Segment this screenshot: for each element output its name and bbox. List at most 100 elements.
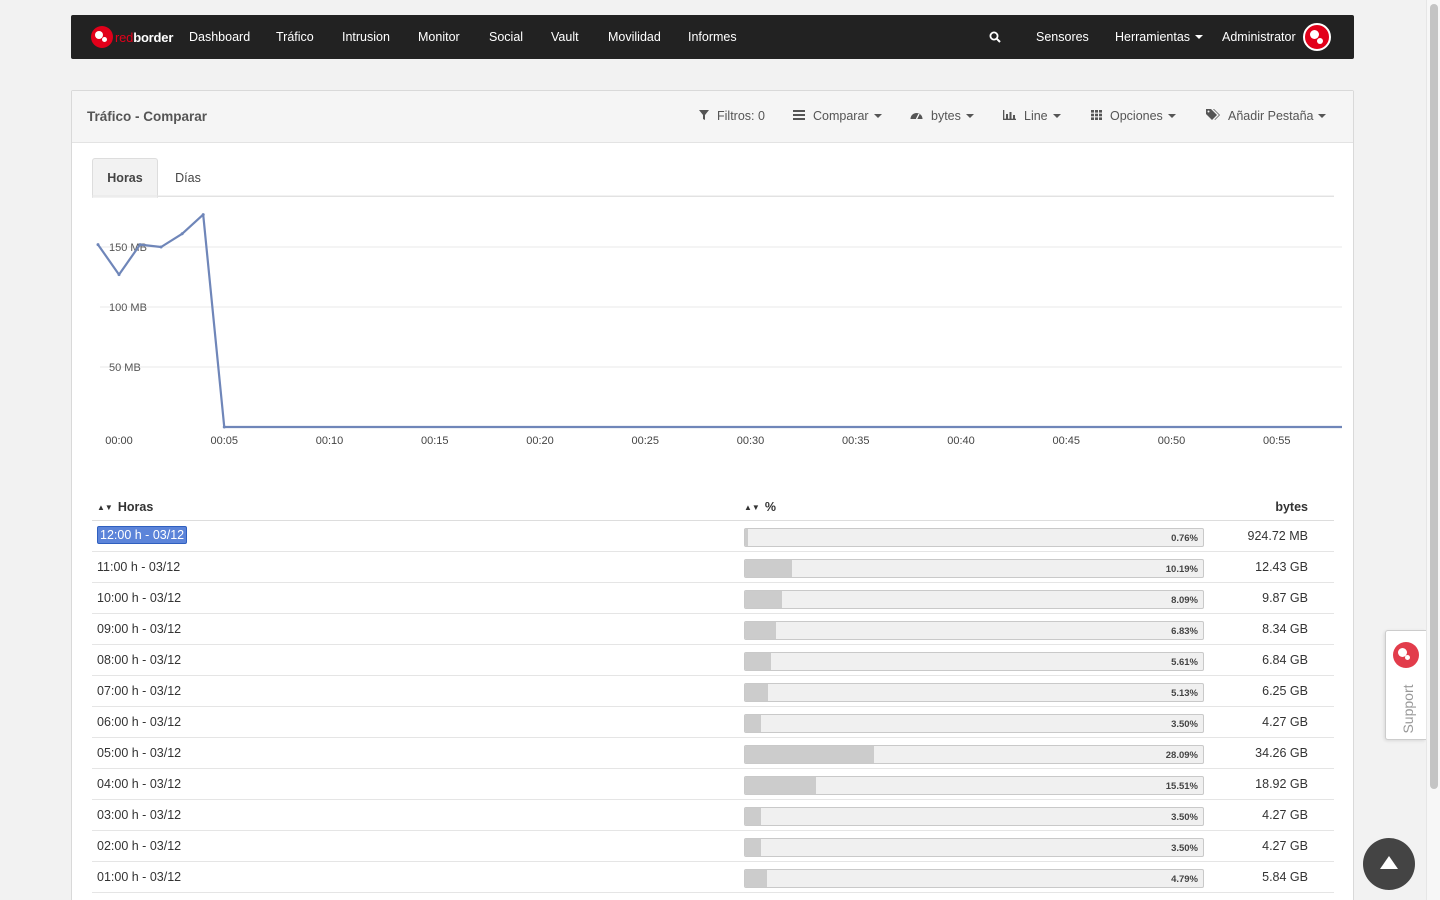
- nav-administrator[interactable]: Administrator: [1222, 15, 1296, 59]
- percent-bar: 0.76%: [744, 528, 1204, 547]
- table-row[interactable]: 07:00 h - 03/12 5.13% 6.25 GB: [92, 676, 1334, 707]
- percent-bar-fill: [745, 622, 776, 639]
- nav-dashboard[interactable]: Dashboard: [189, 15, 250, 59]
- percent-label: 5.61%: [1171, 657, 1198, 668]
- percent-bar-fill: [745, 777, 816, 794]
- table-row[interactable]: 05:00 h - 03/12 28.09% 34.26 GB: [92, 738, 1334, 769]
- search-icon[interactable]: [989, 15, 1001, 59]
- nav-herramientas-label: Herramientas: [1115, 30, 1191, 44]
- nav-vault[interactable]: Vault: [551, 15, 579, 59]
- header-pct-label: %: [764, 500, 776, 514]
- scrollbar-thumb[interactable]: [1430, 4, 1438, 789]
- table-row[interactable]: 04:00 h - 03/12 15.51% 18.92 GB: [92, 769, 1334, 800]
- row-hour[interactable]: 12:00 h - 03/12: [97, 526, 188, 544]
- chevron-down-icon: [1195, 35, 1204, 39]
- x-tick-label: 00:35: [842, 435, 870, 447]
- percent-label: 4.79%: [1171, 874, 1198, 885]
- row-hour[interactable]: 08:00 h - 03/12: [97, 653, 181, 667]
- nav-social[interactable]: Social: [489, 15, 523, 59]
- table-row[interactable]: 08:00 h - 03/12 5.61% 6.84 GB: [92, 645, 1334, 676]
- x-tick-label: 00:50: [1158, 435, 1186, 447]
- x-tick-label: 00:10: [316, 435, 344, 447]
- row-hour[interactable]: 11:00 h - 03/12: [97, 560, 180, 574]
- comparar-panel: Tráfico - Comparar Filtros: 0 Comparar b…: [71, 90, 1354, 900]
- top-navbar: redborder Dashboard Tráfico Intrusion Mo…: [71, 15, 1354, 59]
- x-tick-label: 00:25: [631, 435, 659, 447]
- percent-label: 3.50%: [1171, 719, 1198, 730]
- row-bytes: 5.84 GB: [1262, 870, 1308, 884]
- x-tick-label: 00:05: [210, 435, 238, 447]
- row-bytes: 4.27 GB: [1262, 839, 1308, 853]
- percent-label: 3.50%: [1171, 812, 1198, 823]
- table-row[interactable]: 09:00 h - 03/12 6.83% 8.34 GB: [92, 614, 1334, 645]
- percent-label: 15.51%: [1165, 781, 1198, 792]
- percent-label: 6.83%: [1171, 626, 1198, 637]
- nav-sensores[interactable]: Sensores: [1036, 15, 1089, 59]
- percent-bar: 5.13%: [744, 683, 1204, 702]
- user-avatar[interactable]: [1303, 23, 1331, 51]
- brand-name: redborder: [115, 29, 174, 45]
- percent-bar: 3.50%: [744, 807, 1204, 826]
- percent-bar-fill: [745, 684, 768, 701]
- nav-intrusion[interactable]: Intrusion: [342, 15, 390, 59]
- row-hour[interactable]: 01:00 h - 03/12: [97, 870, 181, 884]
- traffic-line-chart: 50 MB100 MB150 MB00:00 00:05 00:10 00:15 00:…: [92, 195, 1342, 447]
- table-row[interactable]: 10:00 h - 03/12 8.09% 9.87 GB: [92, 583, 1334, 614]
- nav-movilidad[interactable]: Movilidad: [608, 15, 661, 59]
- sort-icon: ▲▼: [97, 503, 113, 512]
- header-pct[interactable]: ▲▼%: [744, 500, 776, 514]
- row-hour[interactable]: 05:00 h - 03/12: [97, 746, 181, 760]
- nav-informes[interactable]: Informes: [688, 15, 737, 59]
- y-tick-label: 50 MB: [109, 362, 141, 374]
- row-bytes: 34.26 GB: [1255, 746, 1308, 760]
- percent-bar-fill: [745, 715, 761, 732]
- row-hour[interactable]: 02:00 h - 03/12: [97, 839, 181, 853]
- scroll-to-top-button[interactable]: [1363, 838, 1415, 890]
- percent-label: 28.09%: [1165, 750, 1198, 761]
- nav-trafico[interactable]: Tráfico: [276, 15, 314, 59]
- nav-herramientas[interactable]: Herramientas: [1115, 15, 1204, 59]
- percent-label: 10.19%: [1165, 564, 1198, 575]
- percent-bar-fill: [745, 529, 748, 546]
- header-horas[interactable]: ▲▼ Horas: [97, 500, 153, 514]
- percent-bar: 6.83%: [744, 621, 1204, 640]
- row-bytes: 18.92 GB: [1255, 777, 1308, 791]
- x-tick-label: 00:00: [105, 435, 133, 447]
- row-bytes: 6.25 GB: [1262, 684, 1308, 698]
- table-row[interactable]: 11:00 h - 03/12 10.19% 12.43 GB: [92, 552, 1334, 583]
- percent-bar-fill: [745, 746, 874, 763]
- brand-logo-link[interactable]: redborder: [91, 15, 173, 59]
- percent-bar: 10.19%: [744, 559, 1204, 578]
- data-point: [96, 243, 100, 247]
- row-hour[interactable]: 06:00 h - 03/12: [97, 715, 181, 729]
- series-line: [97, 213, 1342, 429]
- row-hour[interactable]: 04:00 h - 03/12: [97, 777, 181, 791]
- row-hour[interactable]: 07:00 h - 03/12: [97, 684, 181, 698]
- row-bytes: 8.34 GB: [1262, 622, 1308, 636]
- percent-bar: 4.79%: [744, 869, 1204, 888]
- table-row[interactable]: 06:00 h - 03/12 3.50% 4.27 GB: [92, 707, 1334, 738]
- row-hour[interactable]: 09:00 h - 03/12: [97, 622, 181, 636]
- percent-bar-fill: [745, 808, 761, 825]
- table-row[interactable]: 03:00 h - 03/12 3.50% 4.27 GB: [92, 800, 1334, 831]
- row-hour[interactable]: 10:00 h - 03/12: [97, 591, 181, 605]
- page-scrollbar[interactable]: [1426, 0, 1440, 900]
- nav-monitor[interactable]: Monitor: [418, 15, 460, 59]
- percent-label: 3.50%: [1171, 843, 1198, 854]
- row-hour[interactable]: 03:00 h - 03/12: [97, 808, 181, 822]
- percent-bar: 15.51%: [744, 776, 1204, 795]
- sort-icon: ▲▼: [744, 503, 760, 512]
- data-point: [138, 243, 142, 247]
- x-tick-label: 00:30: [737, 435, 765, 447]
- table-row[interactable]: 01:00 h - 03/12 4.79% 5.84 GB: [92, 862, 1334, 893]
- table-header: ▲▼ Horas ▲▼% bytes: [92, 493, 1334, 521]
- row-bytes: 6.84 GB: [1262, 653, 1308, 667]
- percent-bar: 3.50%: [744, 714, 1204, 733]
- support-widget[interactable]: Support: [1385, 630, 1426, 740]
- x-tick-label: 00:45: [1052, 435, 1080, 447]
- table-row[interactable]: 12:00 h - 03/12 0.76% 924.72 MB: [92, 521, 1334, 552]
- header-bytes[interactable]: bytes: [1275, 500, 1308, 514]
- row-bytes: 12.43 GB: [1255, 560, 1308, 574]
- table-row[interactable]: 02:00 h - 03/12 3.50% 4.27 GB: [92, 831, 1334, 862]
- x-tick-label: 00:55: [1263, 435, 1291, 447]
